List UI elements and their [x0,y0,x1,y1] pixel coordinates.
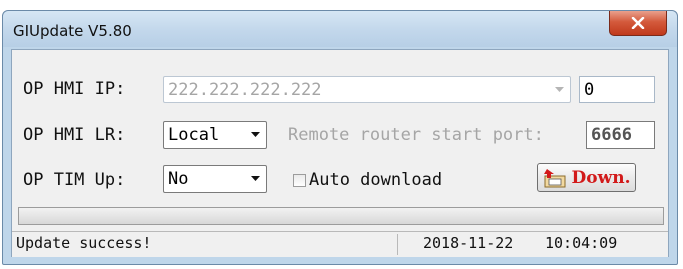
close-button[interactable] [609,11,667,36]
remote-port-value: 6666 [591,125,632,145]
status-separator [397,234,398,255]
op-hmi-ip-combo[interactable]: 222.222.222.222 [163,76,571,103]
chevron-down-icon[interactable] [251,176,260,182]
auto-download-label[interactable]: Auto download [309,170,442,190]
status-time: 10:04:09 [545,234,618,252]
op-tim-up-label: OP TIM Up: [23,170,126,190]
chevron-down-icon[interactable] [251,132,260,138]
op-tim-up-select[interactable]: No [163,165,267,193]
status-message: Update success! [16,234,152,252]
chevron-down-icon[interactable] [555,86,564,93]
remote-port-field[interactable]: 6666 [586,121,655,149]
window-title: GIUpdate V5.80 [13,22,132,40]
op-hmi-lr-select[interactable]: Local [163,121,267,149]
status-date: 2018-11-22 [423,234,514,252]
op-hmi-ip-index-value: 0 [584,79,595,100]
close-icon [631,17,645,29]
status-bar: Update success! 2018-11-22 10:04:09 [12,231,668,257]
app-window: GIUpdate V5.80 OP HMI IP: 222.222.222.22… [2,10,678,265]
download-button[interactable]: Down. [537,163,636,192]
op-hmi-lr-label: OP HMI LR: [23,125,126,145]
download-icon [543,168,565,187]
progress-bar [18,207,664,225]
op-hmi-ip-label: OP HMI IP: [23,79,126,99]
title-bar[interactable]: GIUpdate V5.80 [3,11,677,47]
download-button-label: Down. [571,167,631,188]
remote-port-label: Remote router start port: [288,125,544,145]
auto-download-checkbox[interactable] [293,174,306,187]
op-hmi-ip-index-field[interactable]: 0 [579,76,655,103]
op-hmi-lr-value: Local [168,125,220,145]
op-tim-up-value: No [168,169,189,189]
op-hmi-ip-value: 222.222.222.222 [168,79,322,100]
client-area: OP HMI IP: 222.222.222.222 0 OP HMI LR: … [11,49,669,257]
